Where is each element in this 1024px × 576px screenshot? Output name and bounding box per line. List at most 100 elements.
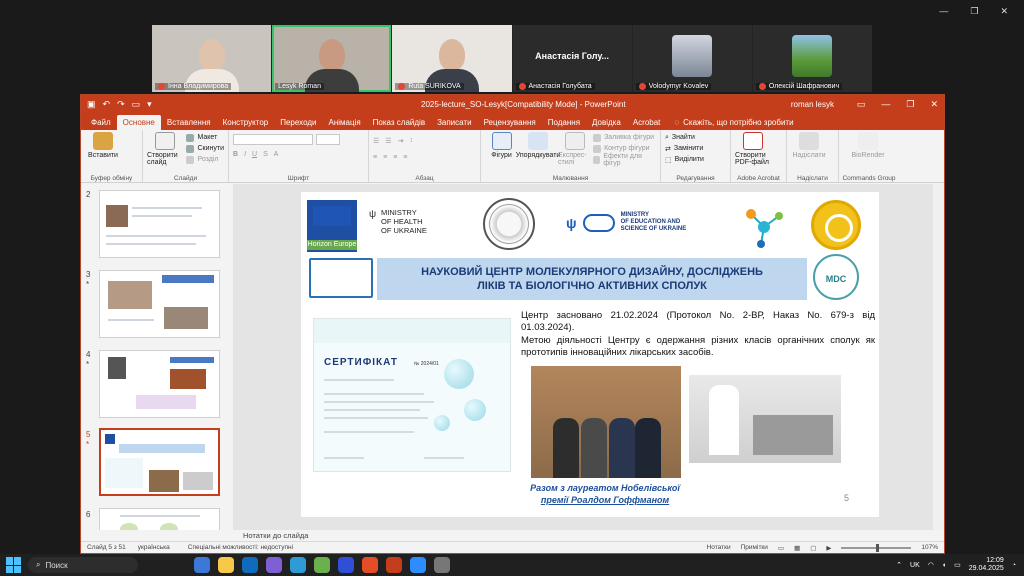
minimize-icon[interactable]: —: [939, 6, 948, 17]
pinned-app-icon[interactable]: [434, 557, 450, 573]
powerpoint-icon[interactable]: [386, 557, 402, 573]
save-icon[interactable]: ▣: [87, 99, 96, 110]
customize-icon[interactable]: ▾: [147, 99, 152, 110]
slide-thumbnail[interactable]: [99, 350, 220, 418]
tab-home[interactable]: Основне: [116, 115, 161, 130]
bold-icon[interactable]: B: [233, 151, 238, 158]
tab-transitions[interactable]: Переходи: [274, 115, 322, 130]
task-view-icon[interactable]: [194, 557, 210, 573]
participant-tile[interactable]: Volodymyr Kovalev: [632, 25, 752, 92]
italic-icon[interactable]: I: [244, 151, 246, 158]
notes-toggle[interactable]: Нотатки: [707, 544, 731, 551]
numbering-icon[interactable]: ☰: [385, 137, 391, 145]
participant-tile[interactable]: Олексій Шафранович: [752, 25, 873, 92]
file-explorer-icon[interactable]: [218, 557, 234, 573]
restore-icon[interactable]: ❐: [970, 6, 978, 17]
create-pdf-button[interactable]: Створити PDF-файл: [735, 132, 771, 166]
tab-record[interactable]: Записати: [431, 115, 478, 130]
sorter-view-icon[interactable]: ▦: [794, 544, 800, 552]
restore-icon[interactable]: ❐: [906, 99, 914, 110]
battery-icon[interactable]: ▭: [954, 561, 961, 569]
outlook-icon[interactable]: [242, 557, 258, 573]
accessibility-status[interactable]: Спеціальні можливості: недоступні: [188, 544, 293, 551]
biorender-button[interactable]: BioRender: [843, 132, 893, 159]
vertical-scrollbar[interactable]: [934, 184, 944, 530]
volume-icon[interactable]: ◖: [942, 562, 946, 569]
slideshow-icon[interactable]: ▭: [132, 99, 141, 110]
zoom-slider[interactable]: [841, 543, 912, 552]
minimize-icon[interactable]: —: [881, 99, 890, 110]
slide-thumbnail[interactable]: [99, 270, 220, 338]
reading-view-icon[interactable]: ▢: [810, 544, 816, 552]
shapes-button[interactable]: Фігури: [485, 132, 518, 166]
replace-button[interactable]: ⇄ Замінити: [665, 143, 726, 154]
tab-help[interactable]: Довідка: [586, 115, 627, 130]
tab-slideshow[interactable]: Показ слайдів: [367, 115, 431, 130]
slide-thumbnail-current[interactable]: [99, 428, 220, 496]
tab-design[interactable]: Конструктор: [217, 115, 275, 130]
copilot-icon[interactable]: [266, 557, 282, 573]
edge-icon[interactable]: [290, 557, 306, 573]
tell-me-search[interactable]: ◌ Скажіть, що потрібно зробити: [666, 115, 801, 130]
align-right-icon[interactable]: ≡: [393, 154, 397, 161]
layout-button[interactable]: Макет: [186, 132, 224, 143]
ribbon-display-icon[interactable]: ▭: [857, 99, 866, 110]
participant-tile-speaking[interactable]: Lesyk Roman: [272, 25, 392, 92]
slideshow-view-icon[interactable]: ▶: [826, 544, 831, 552]
close-icon[interactable]: ✕: [1000, 6, 1008, 17]
participant-tile[interactable]: Анастасія Голу... Анастасія Голубата: [512, 25, 632, 92]
chrome-icon[interactable]: [362, 557, 378, 573]
section-button[interactable]: Розділ: [186, 154, 224, 165]
chevron-up-icon[interactable]: ⌃: [896, 561, 902, 569]
align-center-icon[interactable]: ≡: [383, 154, 387, 161]
notifications-icon[interactable]: ◔: [1012, 562, 1016, 569]
select-button[interactable]: ⬚ Виділити: [665, 154, 726, 165]
comments-toggle[interactable]: Примітки: [741, 544, 768, 551]
redo-icon[interactable]: ↷: [117, 99, 125, 110]
language-indicator[interactable]: українська: [138, 544, 170, 551]
arrange-button[interactable]: Упорядкувати: [516, 132, 560, 166]
font-color-icon[interactable]: A: [274, 151, 279, 158]
new-slide-button[interactable]: Створити слайд: [147, 132, 182, 166]
align-left-icon[interactable]: ≡: [373, 154, 377, 161]
shape-effects-button[interactable]: Ефекти для фігур: [593, 153, 656, 167]
participant-tile[interactable]: Інна Владимирова: [152, 25, 272, 92]
find-button[interactable]: ⌕ Знайти: [665, 132, 726, 143]
tab-review[interactable]: Рецензування: [478, 115, 542, 130]
tab-insert[interactable]: Вставлення: [161, 115, 217, 130]
tab-acrobat[interactable]: Acrobat: [627, 115, 667, 130]
windows-start-icon[interactable]: [6, 557, 22, 573]
tab-animations[interactable]: Анімація: [322, 115, 366, 130]
store-icon[interactable]: [314, 557, 330, 573]
tab-file[interactable]: Файл: [85, 115, 117, 130]
reset-button[interactable]: Скинути: [186, 143, 224, 154]
clock[interactable]: 12:09 29.04.2025: [969, 557, 1004, 573]
zoom-icon[interactable]: [410, 557, 426, 573]
word-icon[interactable]: [338, 557, 354, 573]
language-indicator[interactable]: UK: [910, 562, 920, 569]
justify-icon[interactable]: ≡: [403, 154, 407, 161]
line-spacing-icon[interactable]: ↕: [409, 137, 413, 144]
underline-icon[interactable]: U: [252, 151, 257, 158]
bullets-icon[interactable]: ☰: [373, 137, 379, 145]
send-button[interactable]: Надіслати: [791, 132, 827, 159]
wifi-icon[interactable]: ◠: [928, 561, 934, 569]
font-size-box[interactable]: [316, 134, 340, 145]
slide-thumbnail[interactable]: [99, 190, 220, 258]
zoom-level[interactable]: 107%: [921, 544, 938, 551]
quick-styles-button[interactable]: Експрес-стилі: [558, 132, 591, 166]
taskbar-search[interactable]: ⌕ Поиск: [28, 557, 138, 573]
slide-thumbnail[interactable]: [99, 508, 220, 530]
slide[interactable]: Horizon Europe ψ MINISTRY OF HEALTH OF U…: [301, 192, 879, 517]
shape-fill-button[interactable]: Заливка фігури: [593, 132, 656, 143]
participant-tile[interactable]: Ruta SURIKOVA: [392, 25, 512, 92]
paste-button[interactable]: Вставити: [85, 132, 121, 159]
font-name-box[interactable]: [233, 134, 313, 145]
undo-icon[interactable]: ↶: [103, 99, 111, 110]
normal-view-icon[interactable]: ▭: [778, 544, 784, 552]
indent-icon[interactable]: ⇥: [398, 137, 404, 145]
strikethrough-icon[interactable]: S: [263, 151, 268, 158]
close-icon[interactable]: ✕: [930, 99, 938, 110]
tab-view[interactable]: Подання: [542, 115, 586, 130]
user-name[interactable]: roman lesyk: [791, 100, 834, 109]
